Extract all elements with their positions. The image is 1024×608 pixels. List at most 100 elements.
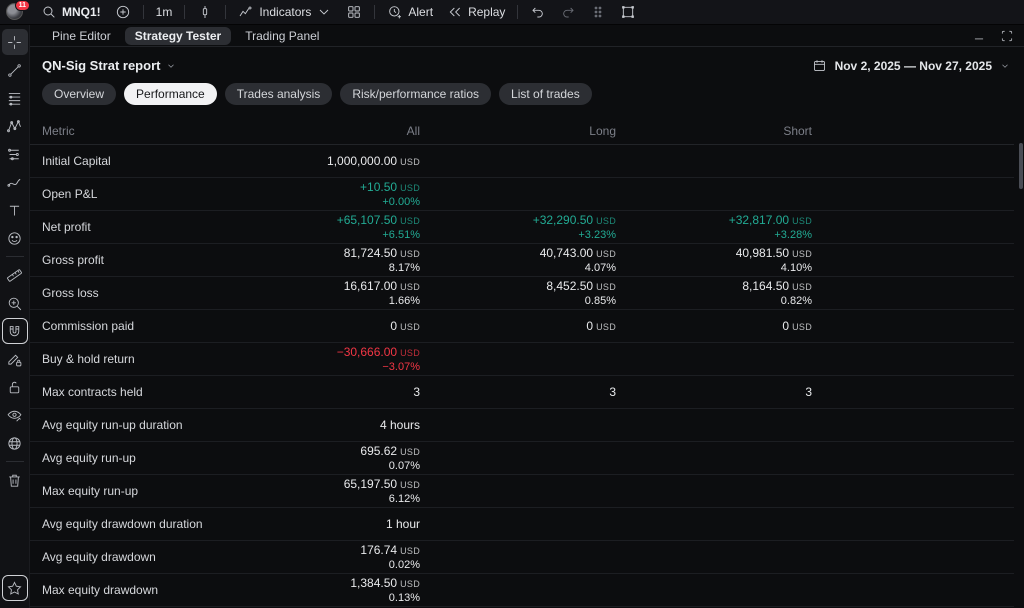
user-menu-button[interactable]: 11 [6,0,30,21]
table-row: Avg equity drawdown 176.74 USD 0.02% [30,541,1014,574]
view-pill-list-of-trades[interactable]: List of trades [499,83,592,105]
panel-tabs: Pine Editor Strategy Tester Trading Panel [30,25,1024,47]
dots-grid-icon [595,6,602,18]
search-icon [43,6,55,18]
toolbar-divider [5,461,24,462]
cell-all: 65,197.50 USD 6.12% [343,476,420,505]
tool-drawing-lock[interactable] [2,346,28,372]
cell-all: 16,617.00 USD 1.66% [343,278,420,307]
tool-ruler[interactable] [2,262,28,288]
cell-all: 1,384.50 USD 0.13% [350,575,420,604]
table-row: Gross loss 16,617.00 USD 1.66% 8,452.50 USD 0.… [30,277,1014,310]
pencil-lock-icon [8,354,22,366]
metric-label: Avg equity drawdown [42,550,156,564]
indicators-button[interactable]: Indicators [231,2,339,22]
undo-button[interactable] [523,2,553,22]
cell-long: +32,290.50 USD +3.23% [532,212,616,241]
table-row: Gross profit 81,724.50 USD 8.17% 40,743.00 US… [30,244,1014,277]
symbol-label: MNQ1! [62,5,101,19]
drawing-toolbar [0,25,30,608]
tool-brush[interactable] [2,169,28,195]
tool-text[interactable] [2,197,28,223]
maximize-icon[interactable] [1000,29,1014,43]
notification-badge: 11 [14,0,30,11]
cell-long: 0 USD [586,318,616,333]
cell-all: 81,724.50 USD 8.17% [343,245,420,274]
date-range-label: Nov 2, 2025 — Nov 27, 2025 [834,58,992,73]
tool-projection[interactable] [2,141,28,167]
cell-short: +32,817.00 USD +3.28% [728,212,812,241]
toolbar-divider [517,5,519,19]
tab-pine-editor[interactable]: Pine Editor [42,27,121,45]
eye-pencil-icon [7,410,22,421]
star-icon [7,580,22,595]
drag-handle-button[interactable] [583,2,613,22]
metric-label: Avg equity run-up duration [42,418,183,432]
date-range-selector[interactable]: Nov 2, 2025 — Nov 27, 2025 [812,58,1010,73]
indicators-icon [239,6,253,17]
cell-short: 0 USD [782,318,812,333]
metric-label: Avg equity run-up [42,451,136,465]
tool-fib-retracement[interactable] [2,85,28,111]
cell-all: 1,000,000.00 USD [327,153,420,168]
minimize-icon[interactable] [972,29,986,43]
report-title-dropdown[interactable]: QN-Sig Strat report [42,58,176,73]
alert-button[interactable]: Alert [380,2,440,22]
report-title: QN-Sig Strat report [42,58,161,73]
layout-grid-button[interactable] [339,2,369,22]
view-pill-risk-performance-ratios[interactable]: Risk/performance ratios [340,83,492,105]
redo-button[interactable] [553,2,583,22]
metrics-table: Metric All Long Short Initial Capital 1,0… [30,117,1014,607]
fullscreen-button[interactable] [613,2,643,22]
tool-object-tree[interactable] [2,430,28,456]
replay-button[interactable]: Replay [440,2,512,22]
tool-xabcd-pattern[interactable] [2,113,28,139]
crosshair-icon [8,35,21,49]
tool-crosshair[interactable] [1,29,28,55]
tab-strategy-tester[interactable]: Strategy Tester [124,26,232,45]
globe-icon [8,436,21,450]
chart-style-button[interactable] [190,2,220,22]
replay-icon [449,7,461,17]
view-pill-overview[interactable]: Overview [42,83,117,105]
table-row: Net profit +65,107.50 USD +6.51% +32,290.50 U… [30,211,1014,244]
tool-zoom-in[interactable] [2,290,28,316]
text-icon [9,205,20,215]
fib-retracement-icon [8,92,21,106]
alert-label: Alert [408,5,434,19]
metrics-table-body: Initial Capital 1,000,000.00 USD Open P&L +1… [30,145,1014,607]
metric-label: Max equity run-up [42,484,139,498]
table-row: Open P&L +10.50 USD +0.00% [30,178,1014,211]
toolbar-divider [142,5,144,19]
cell-all: 176.74 USD 0.02% [360,542,420,571]
toolbar-divider [5,256,24,257]
vertical-scrollbar-thumb[interactable] [1019,143,1023,189]
header-metric: Metric [42,123,75,138]
header-all: All [406,123,420,138]
metric-label: Net profit [42,220,91,234]
compare-add-symbol-button[interactable] [108,2,138,22]
chevron-down-icon [1002,64,1008,68]
tool-lock[interactable] [2,374,28,400]
table-row: Commission paid 0 USD 0 USD 0 USD [30,310,1014,343]
interval-button[interactable]: 1m [149,3,180,21]
candlestick-icon [203,6,208,18]
cell-all: −30,666.00 USD −3.07% [336,344,420,373]
tab-trading-panel[interactable]: Trading Panel [235,27,329,45]
tool-emoji[interactable] [2,225,28,251]
indicators-label: Indicators [259,5,312,19]
tool-trend-line[interactable] [2,57,28,83]
view-pill-performance[interactable]: Performance [124,83,217,105]
tool-magnet[interactable] [1,318,28,344]
cell-long: 8,452.50 USD 0.85% [546,278,616,307]
tool-favorites[interactable] [1,575,28,601]
table-row: Avg equity run-up 695.62 USD 0.07% [30,442,1014,475]
view-pill-trades-analysis[interactable]: Trades analysis [224,83,333,105]
tool-remove-drawings[interactable] [2,467,28,493]
cell-short: 40,981.50 USD 4.10% [735,245,812,274]
trash-icon [9,474,20,487]
metric-label: Gross profit [42,253,105,267]
symbol-search-button[interactable]: MNQ1! [34,2,108,22]
alert-clock-icon [389,6,402,19]
tool-hide-drawings[interactable] [2,402,28,428]
